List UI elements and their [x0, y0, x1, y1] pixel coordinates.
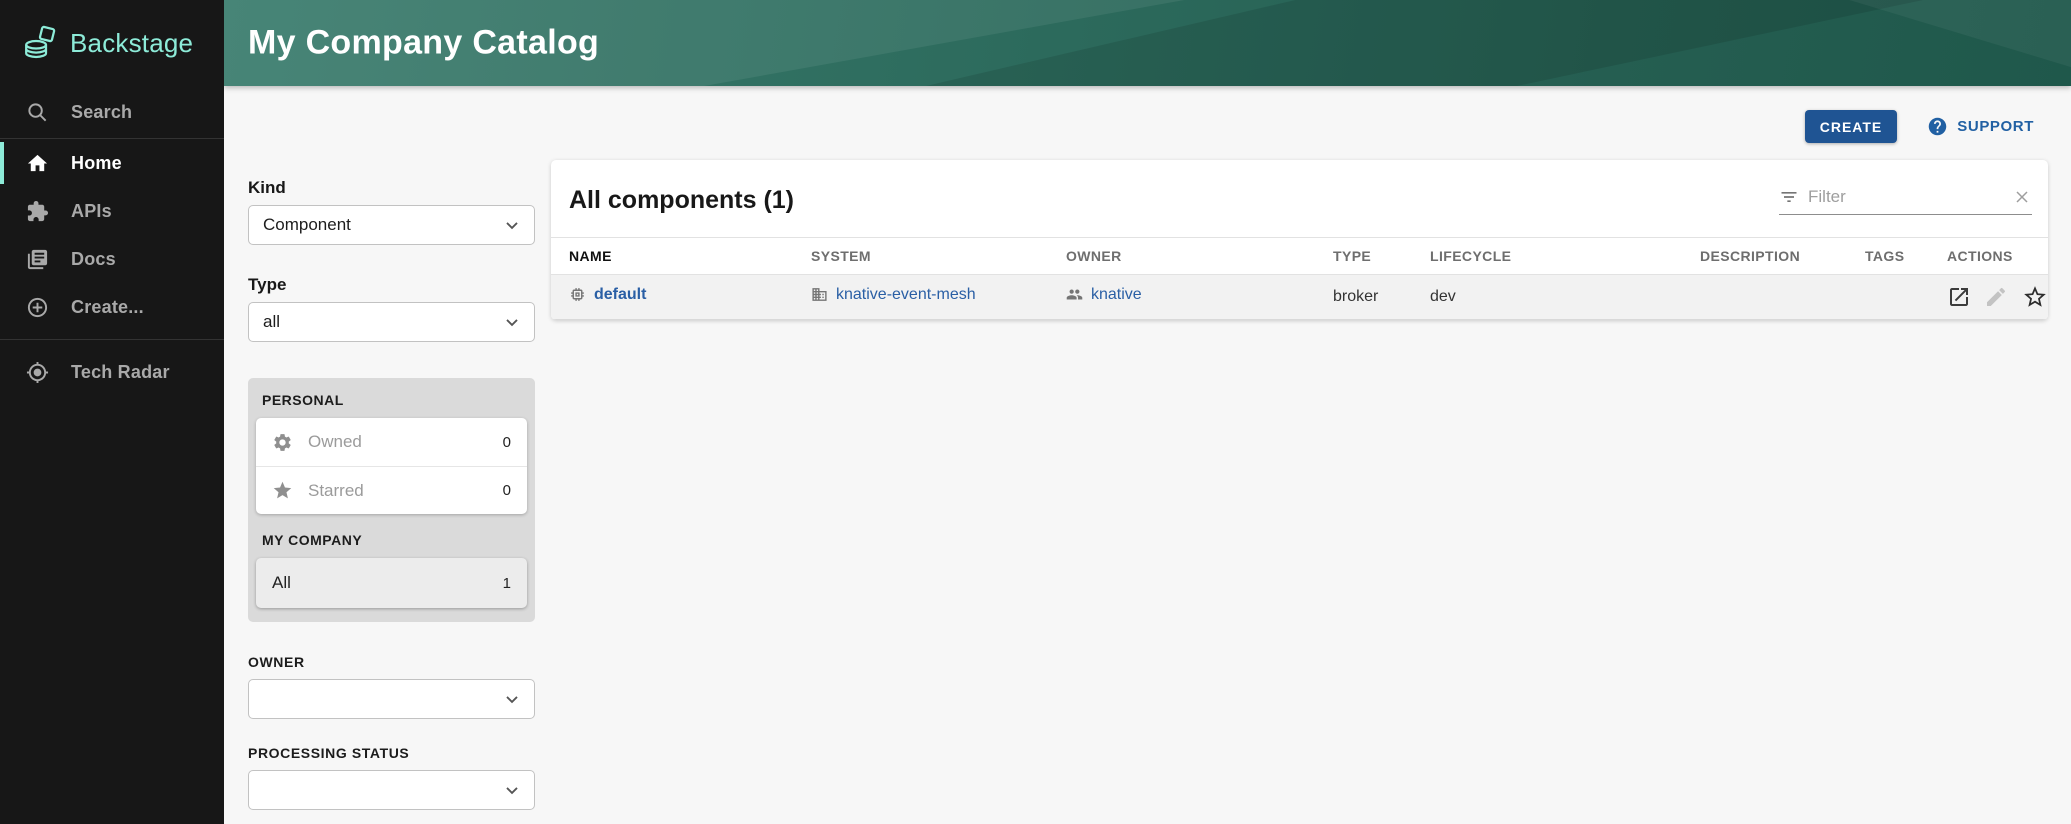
home-icon: [26, 152, 49, 175]
radar-icon: [26, 361, 49, 384]
owner-name: knative: [1091, 286, 1142, 304]
entity-name-link[interactable]: default: [569, 286, 646, 304]
type-select[interactable]: all: [248, 302, 535, 342]
entity-picker-panel: PERSONAL Owned 0 Starred 0: [248, 378, 535, 622]
column-header-tags[interactable]: TAGS: [1865, 238, 1947, 275]
search-icon: [26, 101, 49, 124]
table-filter-field: [1779, 187, 2032, 215]
sidebar-item-label: Search: [71, 102, 132, 123]
sidebar-item-label: APIs: [71, 201, 112, 222]
personal-picker-card: Owned 0 Starred 0: [256, 418, 527, 514]
sidebar-item-search[interactable]: Search: [0, 86, 224, 138]
open-in-new-icon[interactable]: [1947, 285, 1971, 309]
sidebar-item-tech-radar[interactable]: Tech Radar: [0, 348, 224, 396]
picker-item-label: Owned: [308, 432, 488, 452]
sidebar-divider: [0, 339, 224, 340]
table-row: default knative-event-mesh: [551, 275, 2048, 320]
owner-select[interactable]: [248, 679, 535, 719]
page-title: My Company Catalog: [248, 24, 599, 63]
sidebar-item-label: Tech Radar: [71, 362, 170, 383]
building-icon: [811, 286, 828, 303]
star-icon: [272, 480, 293, 501]
processing-status-filter-label: PROCESSING STATUS: [248, 745, 535, 761]
plus-circle-icon: [26, 296, 49, 319]
filters-sidebar: Kind Component Type all PERSONAL Owned: [248, 160, 535, 810]
column-header-owner[interactable]: OWNER: [1066, 238, 1333, 275]
sidebar-item-docs[interactable]: Docs: [0, 235, 224, 283]
group-icon: [1066, 286, 1083, 303]
actions-cell: [1947, 275, 2048, 320]
picker-item-count: 0: [503, 482, 511, 499]
content-toolbar: CREATE SUPPORT: [248, 110, 2048, 143]
components-table-card: All components (1): [551, 160, 2048, 320]
picker-item-count: 0: [503, 434, 511, 451]
support-button[interactable]: SUPPORT: [1927, 116, 2034, 137]
system-name: knative-event-mesh: [836, 286, 976, 304]
sidebar-item-create[interactable]: Create...: [0, 283, 224, 331]
filter-list-icon: [1779, 187, 1799, 207]
star-border-icon[interactable]: [2022, 284, 2048, 310]
chevron-down-icon: [502, 215, 522, 235]
processing-status-filter: PROCESSING STATUS: [248, 745, 535, 810]
sidebar-item-label: Docs: [71, 249, 116, 270]
sidebar-item-label: Create...: [71, 297, 144, 318]
edit-icon[interactable]: [1984, 285, 2008, 309]
table-filter-input[interactable]: [1808, 187, 2003, 207]
puzzle-icon: [26, 200, 49, 223]
type-filter-label: Type: [248, 275, 535, 295]
table-header-bar: All components (1): [551, 160, 2048, 237]
owner-filter-label: OWNER: [248, 654, 535, 670]
sidebar-item-home[interactable]: Home: [0, 139, 224, 187]
column-header-actions: ACTIONS: [1947, 238, 2048, 275]
chevron-down-icon: [502, 312, 522, 332]
kind-filter-label: Kind: [248, 178, 535, 198]
personal-section-title: PERSONAL: [262, 392, 527, 408]
table-title: All components (1): [569, 186, 794, 215]
picker-item-count: 1: [503, 575, 511, 592]
chevron-down-icon: [502, 689, 522, 709]
entity-name: default: [594, 286, 646, 304]
page-header: My Company Catalog: [224, 0, 2071, 86]
picker-item-starred[interactable]: Starred 0: [256, 466, 527, 514]
docs-icon: [26, 248, 49, 271]
column-header-system[interactable]: SYSTEM: [811, 238, 1066, 275]
kind-select[interactable]: Component: [248, 205, 535, 245]
type-select-value: all: [263, 312, 280, 332]
clear-filter-icon[interactable]: [2012, 187, 2032, 207]
column-header-type[interactable]: TYPE: [1333, 238, 1430, 275]
picker-item-label: All: [272, 573, 503, 593]
column-header-description[interactable]: DESCRIPTION: [1700, 238, 1865, 275]
column-header-lifecycle[interactable]: LIFECYCLE: [1430, 238, 1700, 275]
chevron-down-icon: [502, 780, 522, 800]
owner-link[interactable]: knative: [1066, 286, 1142, 304]
kind-select-value: Component: [263, 215, 351, 235]
components-table: NAME SYSTEM OWNER TYPE LIFECYCLE DESCRIP…: [551, 237, 2048, 320]
sidebar-item-label: Home: [71, 153, 122, 174]
description-cell: [1700, 275, 1865, 320]
lifecycle-cell: dev: [1430, 275, 1700, 320]
company-section-title: MY COMPANY: [262, 532, 527, 548]
help-icon: [1927, 116, 1948, 137]
chip-icon: [569, 286, 586, 303]
sidebar-item-apis[interactable]: APIs: [0, 187, 224, 235]
main-content: CREATE SUPPORT Kind Component Type all P…: [224, 86, 2071, 824]
gear-icon: [272, 432, 293, 453]
type-cell: broker: [1333, 275, 1430, 320]
column-header-name[interactable]: NAME: [551, 238, 811, 275]
tags-cell: [1865, 275, 1947, 320]
processing-status-select[interactable]: [248, 770, 535, 810]
system-link[interactable]: knative-event-mesh: [811, 286, 976, 304]
brand-name: Backstage: [70, 28, 193, 59]
brand-logo[interactable]: Backstage: [0, 0, 224, 86]
picker-item-label: Starred: [308, 481, 488, 501]
owner-filter: OWNER: [248, 654, 535, 719]
table-header-row: NAME SYSTEM OWNER TYPE LIFECYCLE DESCRIP…: [551, 238, 2048, 275]
backstage-logo-icon: [22, 25, 58, 61]
picker-item-all[interactable]: All 1: [256, 558, 527, 608]
sidebar: Backstage Search Home APIs Docs Create..…: [0, 0, 224, 824]
picker-item-owned[interactable]: Owned 0: [256, 418, 527, 466]
support-label: SUPPORT: [1957, 118, 2034, 135]
create-button[interactable]: CREATE: [1805, 110, 1898, 143]
